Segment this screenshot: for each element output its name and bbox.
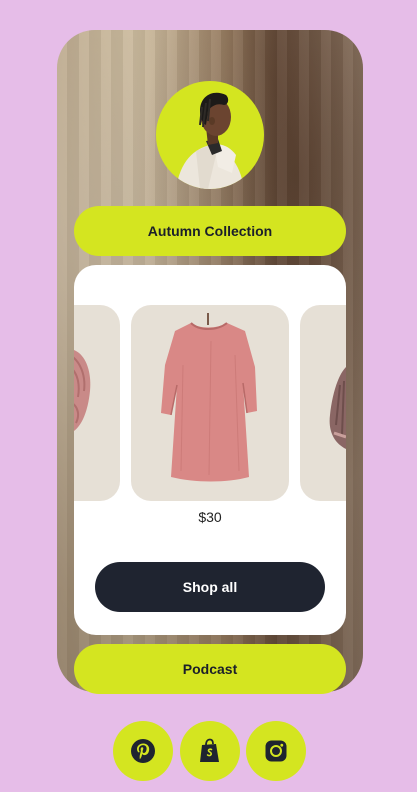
product-tile-beanie[interactable] [74, 305, 120, 501]
autumn-collection-label: Autumn Collection [147, 223, 273, 239]
shop-all-label: Shop all [182, 579, 238, 595]
shopify-button[interactable] [180, 721, 240, 781]
product-price: $30 [198, 509, 222, 525]
pinterest-icon [131, 739, 155, 763]
podcast-label: Podcast [182, 661, 238, 677]
pink-tee-image [161, 313, 257, 482]
product-tile-balaclava[interactable] [300, 305, 346, 501]
balaclava-image [329, 367, 346, 449]
shop-all-button[interactable]: Shop all [95, 562, 325, 612]
instagram-icon [265, 740, 287, 762]
product-tile-pink-tee[interactable] [131, 305, 289, 501]
pinterest-button[interactable] [113, 721, 173, 781]
profile-photo [176, 92, 244, 189]
podcast-link[interactable]: Podcast [74, 644, 346, 694]
autumn-collection-link[interactable]: Autumn Collection [74, 206, 346, 256]
beanie-image [74, 350, 91, 431]
shopify-icon [200, 738, 219, 762]
instagram-button[interactable] [246, 721, 306, 781]
avatar [156, 81, 264, 189]
product-carousel-card: $30 Shop all [74, 265, 346, 635]
